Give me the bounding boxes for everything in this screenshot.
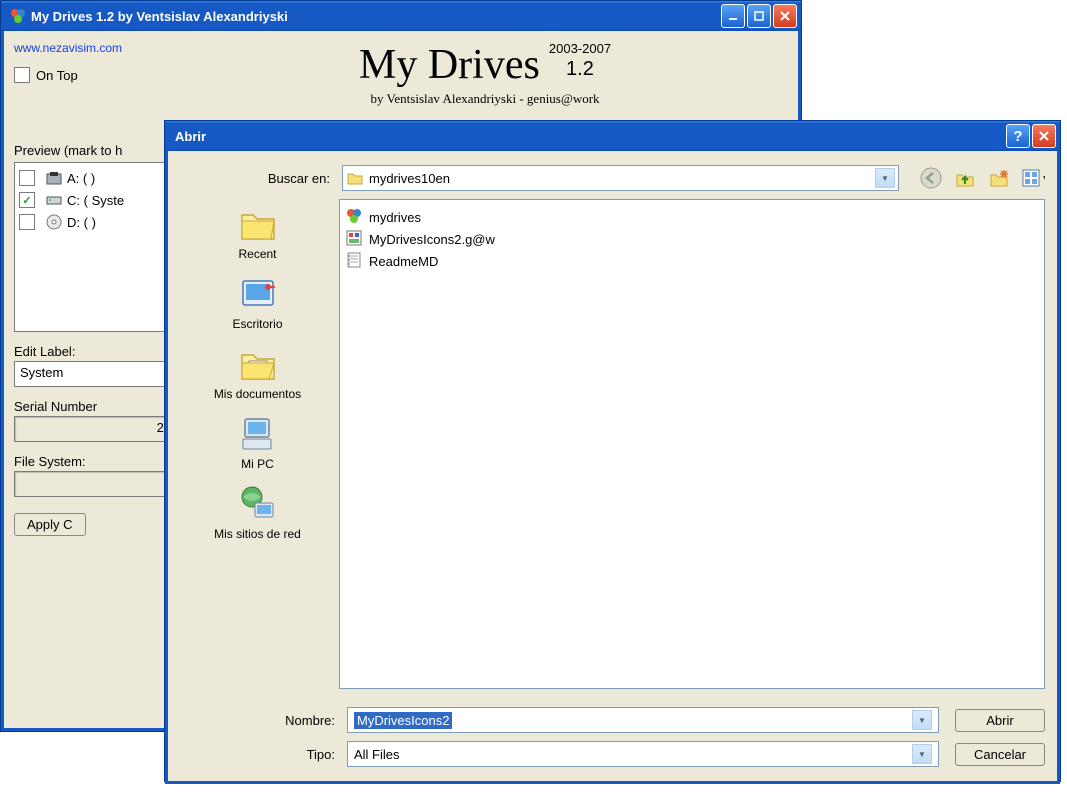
chevron-down-icon[interactable]: ▼	[912, 710, 932, 730]
drive-d-letter: D:	[67, 215, 80, 230]
place-recent-label: Recent	[238, 247, 276, 261]
file-name: ReadmeMD	[369, 254, 438, 269]
drive-d-checkbox[interactable]	[19, 214, 35, 230]
file-readme[interactable]: ReadmeMD	[346, 250, 1038, 272]
close-button[interactable]	[773, 4, 797, 28]
app-name: My Drives	[359, 41, 540, 89]
app-subtitle: by Ventsislav Alexandriyski - genius@wor…	[182, 91, 788, 107]
look-in-combo[interactable]: mydrives10en ▼	[342, 165, 899, 191]
cancel-button[interactable]: Cancelar	[955, 743, 1045, 766]
help-button[interactable]: ?	[1006, 124, 1030, 148]
file-name: MyDrivesIcons2.g@w	[369, 232, 495, 247]
app-years: 2003-2007	[549, 41, 611, 56]
up-one-level-icon[interactable]	[953, 166, 977, 190]
places-bar: Recent Escritorio Mis documentos Mi PC M…	[180, 199, 335, 689]
place-documents[interactable]: Mis documentos	[180, 339, 335, 405]
back-icon[interactable]	[919, 166, 943, 190]
place-recent[interactable]: Recent	[180, 199, 335, 265]
chevron-down-icon[interactable]: ▼	[912, 744, 932, 764]
filetype-value: All Files	[354, 747, 912, 762]
network-icon	[237, 483, 279, 525]
floppy-icon	[45, 169, 63, 187]
filetype-combo[interactable]: All Files ▼	[347, 741, 939, 767]
drive-a-letter: A:	[67, 171, 79, 186]
desktop-icon	[237, 273, 279, 315]
logo-block: My Drives 2003-2007 1.2 by Ventsislav Al…	[182, 41, 788, 107]
gfx-file-icon	[346, 230, 364, 248]
documents-icon	[237, 343, 279, 385]
filename-combo[interactable]: MyDrivesIcons2 ▼	[347, 707, 939, 733]
folder-icon	[346, 169, 364, 187]
current-folder-name: mydrives10en	[369, 171, 875, 186]
chevron-down-icon[interactable]: ▼	[875, 168, 895, 188]
on-top-checkbox[interactable]	[14, 67, 30, 83]
place-documents-label: Mis documentos	[214, 387, 301, 401]
place-desktop-label: Escritorio	[232, 317, 282, 331]
place-desktop[interactable]: Escritorio	[180, 269, 335, 335]
drive-d-label: ( )	[84, 215, 96, 230]
dialog-titlebar: Abrir ?	[165, 121, 1060, 151]
file-icons2[interactable]: MyDrivesIcons2.g@w	[346, 228, 1038, 250]
filename-value: MyDrivesIcons2	[354, 712, 452, 729]
drive-c-checkbox[interactable]: ✓	[19, 192, 35, 208]
text-file-icon	[346, 252, 364, 270]
open-button[interactable]: Abrir	[955, 709, 1045, 732]
website-link[interactable]: www.nezavisim.com	[14, 41, 122, 55]
new-folder-icon[interactable]	[987, 166, 1011, 190]
dialog-title: Abrir	[175, 129, 1006, 144]
minimize-button[interactable]	[721, 4, 745, 28]
hdd-icon	[45, 191, 63, 209]
drive-a-checkbox[interactable]	[19, 170, 35, 186]
place-network-label: Mis sitios de red	[214, 527, 301, 541]
app-file-icon	[346, 208, 364, 226]
dialog-body: Buscar en: mydrives10en ▼ Recent	[165, 151, 1060, 784]
open-dialog: Abrir ? Buscar en: mydrives10en ▼	[164, 120, 1061, 782]
place-computer[interactable]: Mi PC	[180, 409, 335, 475]
place-computer-label: Mi PC	[241, 457, 274, 471]
file-name: mydrives	[369, 210, 421, 225]
recent-folder-icon	[237, 203, 279, 245]
dialog-close-button[interactable]	[1032, 124, 1056, 148]
drive-a-label: ( )	[83, 171, 95, 186]
filename-label: Nombre:	[180, 713, 347, 728]
look-in-label: Buscar en:	[180, 171, 342, 186]
place-network[interactable]: Mis sitios de red	[180, 479, 335, 545]
app-icon	[10, 8, 26, 24]
computer-icon	[237, 413, 279, 455]
cd-icon	[45, 213, 63, 231]
dialog-toolbar: Buscar en: mydrives10en ▼	[168, 151, 1057, 199]
drive-c-label: ( Syste	[84, 193, 124, 208]
file-list[interactable]: mydrives MyDrivesIcons2.g@w ReadmeMD	[339, 199, 1045, 689]
maximize-button[interactable]	[747, 4, 771, 28]
on-top-label: On Top	[36, 68, 78, 83]
file-mydrives[interactable]: mydrives	[346, 206, 1038, 228]
views-icon[interactable]	[1021, 166, 1045, 190]
filetype-label: Tipo:	[180, 747, 347, 762]
main-titlebar: My Drives 1.2 by Ventsislav Alexandriysk…	[1, 1, 801, 31]
apply-button[interactable]: Apply C	[14, 513, 86, 536]
main-window-title: My Drives 1.2 by Ventsislav Alexandriysk…	[31, 9, 721, 24]
app-version: 1.2	[566, 58, 594, 80]
drive-c-letter: C:	[67, 193, 80, 208]
